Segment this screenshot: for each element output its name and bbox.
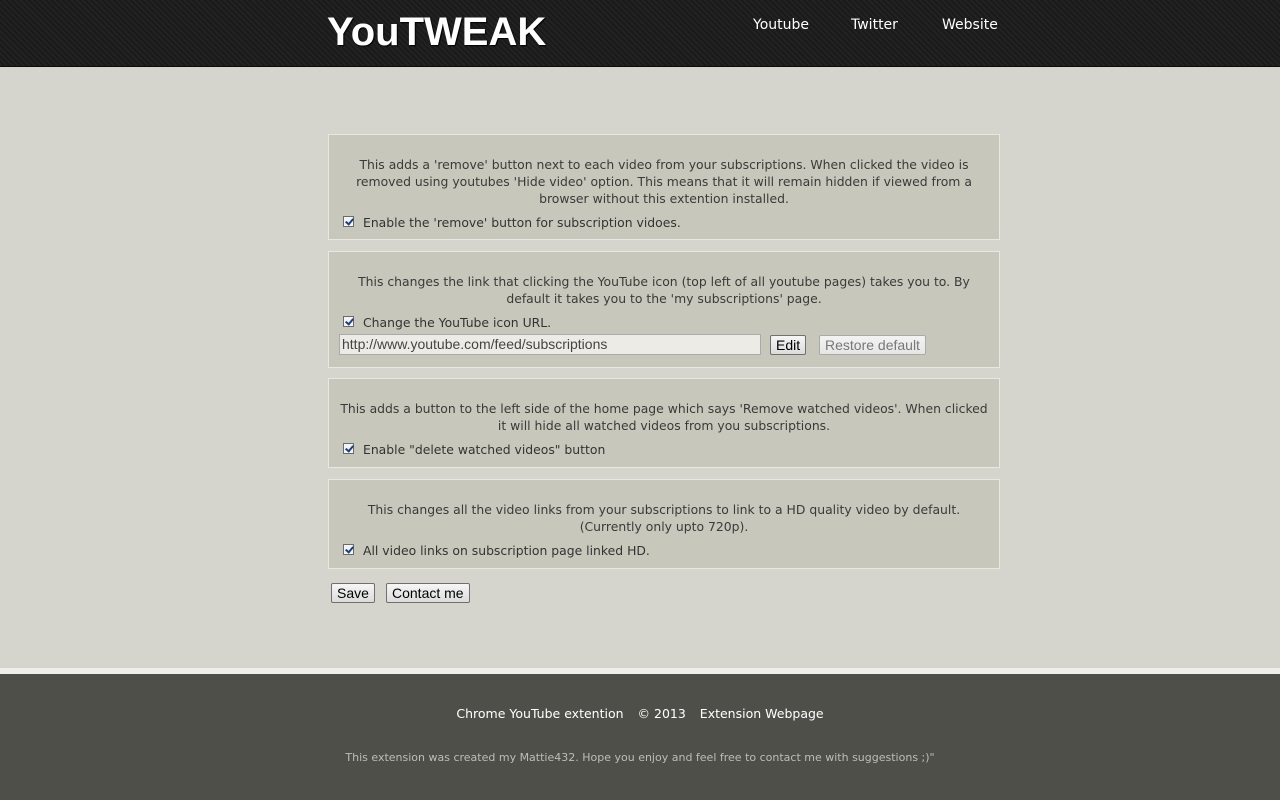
footer-note: This extension was created my Mattie432.…	[345, 751, 935, 764]
option-panel-delete-watched: This adds a button to the left side of t…	[328, 378, 1000, 468]
hd-links-checkbox[interactable]	[343, 544, 354, 555]
option-label: Change the YouTube icon URL.	[363, 315, 552, 330]
option-panel-remove-button: This adds a 'remove' button next to each…	[328, 134, 1000, 240]
nav-link-youtube[interactable]: Youtube	[753, 17, 809, 33]
nav-link-youtube-label[interactable]: Youtube	[753, 17, 809, 33]
nav-link-twitter[interactable]: Twitter	[851, 17, 898, 33]
option-description: This changes the link that clicking the …	[358, 274, 970, 306]
nav-link-twitter-label[interactable]: Twitter	[851, 17, 898, 33]
site-footer: Chrome YouTube extention © 2013 Extensio…	[0, 674, 1280, 800]
footer-link-chrome-extension[interactable]: Chrome YouTube extention	[456, 706, 623, 721]
remove-button-checkbox[interactable]	[343, 216, 354, 227]
site-logo: YouTWEAK	[327, 10, 547, 54]
footer-copyright: © 2013	[637, 706, 686, 721]
option-label: All video links on subscription page lin…	[363, 543, 650, 558]
option-label: Enable the 'remove' button for subscript…	[363, 215, 681, 230]
option-panel-hd-links: This changes all the video links from yo…	[328, 479, 1000, 569]
site-header: YouTWEAK Youtube Twitter Website	[0, 0, 1280, 67]
option-label: Enable "delete watched videos" button	[363, 442, 606, 457]
option-panel-icon-url: This changes the link that clicking the …	[328, 251, 1000, 368]
icon-url-input[interactable]: http://www.youtube.com/feed/subscription…	[339, 334, 761, 355]
nav-link-website-label[interactable]: Website	[942, 17, 998, 33]
footer-link-extension-webpage[interactable]: Extension Webpage	[700, 706, 824, 721]
option-description: This adds a 'remove' button next to each…	[356, 157, 972, 206]
delete-watched-checkbox[interactable]	[343, 443, 354, 454]
footer-links: Chrome YouTube extention © 2013 Extensio…	[0, 706, 1280, 721]
restore-default-button[interactable]: Restore default	[819, 335, 926, 355]
option-description: This adds a button to the left side of t…	[340, 401, 988, 433]
icon-url-checkbox[interactable]	[343, 316, 354, 327]
option-description: This changes all the video links from yo…	[367, 502, 961, 534]
nav-link-website[interactable]: Website	[942, 17, 998, 33]
edit-button[interactable]: Edit	[770, 335, 807, 355]
contact-me-button[interactable]: Contact me	[386, 583, 470, 603]
save-button[interactable]: Save	[331, 583, 375, 603]
